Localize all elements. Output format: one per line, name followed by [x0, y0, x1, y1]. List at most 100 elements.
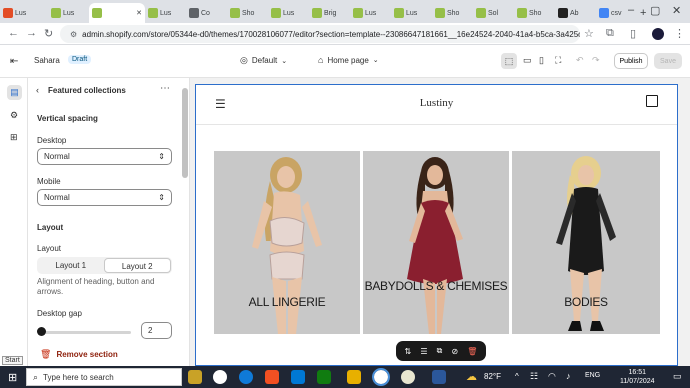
search-icon: ⌕ — [33, 371, 39, 382]
app-icon[interactable] — [347, 370, 361, 384]
publish-button[interactable]: Publish — [614, 53, 648, 69]
profile-avatar[interactable] — [652, 28, 664, 40]
list-icon[interactable]: ☰ — [420, 347, 427, 356]
browser-tab[interactable]: Brig — [309, 3, 350, 23]
profile-app-icon[interactable] — [401, 370, 415, 384]
tab-favicon-icon — [476, 8, 486, 18]
select-arrows-icon: ⇕ — [158, 193, 165, 202]
bookmark-star-icon[interactable]: ☆ — [584, 27, 594, 40]
site-info-icon[interactable]: ⚙ — [70, 30, 77, 39]
taskbar-search[interactable]: ⌕ Type here to search — [26, 368, 182, 386]
file-explorer-icon[interactable] — [188, 370, 202, 384]
browser-tab[interactable]: Lus — [0, 3, 48, 23]
layout-1-option[interactable]: Layout 1 — [38, 258, 104, 273]
desktop-gap-slider-track[interactable] — [41, 331, 131, 334]
layout-2-option[interactable]: Layout 2 — [103, 258, 171, 273]
save-button[interactable]: Save — [654, 53, 682, 69]
hide-icon[interactable]: ⊘ — [451, 347, 458, 356]
tray-chevron-icon[interactable]: ^ — [515, 372, 519, 381]
excel-icon[interactable] — [317, 370, 331, 384]
desktop-gap-input[interactable]: 2 — [141, 322, 172, 339]
minimize-icon[interactable]: – — [628, 4, 634, 16]
tab-favicon-icon — [394, 8, 404, 18]
browser-tab[interactable]: Lus — [350, 3, 391, 23]
select-arrows-icon: ⇕ — [158, 152, 165, 161]
duplicate-icon[interactable]: ⧉ — [437, 346, 443, 356]
preview-canvas: ☰ Lustiny ALL LINGERIE BABYDOLLS & CHEMI… — [190, 78, 690, 366]
redo-icon[interactable]: ↷ — [592, 55, 600, 66]
panel-scrollbar[interactable] — [182, 88, 188, 178]
delete-icon[interactable]: 🗑 — [467, 347, 477, 356]
tab-favicon-icon — [435, 8, 445, 18]
cart-icon[interactable] — [646, 95, 658, 107]
close-tab-icon[interactable]: ✕ — [136, 9, 142, 17]
chrome-icon[interactable] — [213, 370, 227, 384]
extensions-icon[interactable]: ⧉ — [606, 27, 614, 40]
mobile-spacing-select[interactable]: Normal ⇕ — [37, 189, 172, 206]
desktop-spacing-select[interactable]: Normal ⇕ — [37, 148, 172, 165]
desktop-view-icon[interactable]: ▭ — [523, 55, 532, 66]
wifi-icon[interactable]: ◠ — [548, 371, 556, 382]
notifications-icon[interactable]: ▭ — [673, 371, 682, 382]
sections-icon[interactable]: ▤ — [7, 85, 22, 100]
browser-menu-icon[interactable]: ⋮ — [674, 27, 685, 40]
tab-label: Lus — [365, 9, 377, 17]
settings-icon[interactable]: ⚙ — [10, 110, 18, 121]
url-field[interactable]: ⚙ admin.shopify.com/store/05344e-d0/them… — [60, 25, 580, 43]
browser-tab[interactable]: ✕ — [89, 3, 145, 23]
back-chevron-icon[interactable]: ‹ — [36, 85, 39, 95]
browser-tab[interactable]: Sho — [514, 3, 555, 23]
mobile-spacing-value: Normal — [44, 193, 70, 202]
chrome-active-icon[interactable] — [372, 368, 390, 386]
browser-tab[interactable]: Sol — [473, 3, 514, 23]
page-select[interactable]: ⌂ Home page ⌄ — [318, 55, 379, 65]
browser-tab[interactable]: Lus — [391, 3, 432, 23]
browser-tab[interactable]: Sho — [227, 3, 268, 23]
undo-icon[interactable]: ↶ — [576, 55, 584, 66]
back-icon[interactable]: ← — [8, 27, 19, 39]
close-window-icon[interactable]: ✕ — [672, 4, 681, 17]
theme-editor-topbar: ⇤ Sahara Draft ◎ Default ⌄ ⌂ Home page ⌄… — [0, 45, 690, 78]
remove-section-button[interactable]: 🗑 Remove section — [40, 349, 118, 360]
exit-icon[interactable]: ⇤ — [10, 56, 18, 67]
tab-label: Lus — [63, 9, 75, 17]
browser-tab[interactable]: Lus — [268, 3, 309, 23]
more-actions-icon[interactable]: ⋯ — [160, 83, 170, 94]
collection-card[interactable]: BABYDOLLS & CHEMISES — [363, 151, 509, 334]
network-icon[interactable]: ☷ — [530, 371, 538, 382]
browser-tab[interactable]: Ab — [555, 3, 596, 23]
maximize-icon[interactable]: ▢ — [650, 4, 660, 17]
inspector-icon[interactable]: ⬚ — [501, 53, 517, 69]
apps-icon[interactable]: ⊞ — [10, 132, 18, 143]
edge-icon[interactable] — [239, 370, 253, 384]
forward-icon[interactable]: → — [26, 27, 37, 39]
theme-select-label: Default — [251, 56, 278, 65]
weather-icon[interactable]: ☁ — [466, 370, 477, 383]
tab-favicon-icon — [230, 8, 240, 18]
office-icon[interactable] — [265, 370, 279, 384]
fullscreen-icon[interactable]: ⛶ — [555, 55, 561, 66]
sidebar-toggle-icon[interactable]: ▯ — [630, 27, 636, 40]
desktop-gap-slider-thumb[interactable] — [37, 327, 46, 336]
browser-tab[interactable]: Sho — [432, 3, 473, 23]
move-icon[interactable]: ⇅ — [405, 347, 412, 356]
volume-icon[interactable]: ♪ — [566, 371, 571, 381]
mobile-view-icon[interactable]: ▯ — [539, 55, 544, 66]
remove-section-label: Remove section — [56, 350, 118, 359]
reload-icon[interactable]: ↻ — [44, 27, 53, 40]
collection-card[interactable]: ALL LINGERIE — [214, 151, 360, 334]
clock[interactable]: 16:51 11/07/2024 — [620, 368, 655, 386]
tab-label: Co — [201, 9, 210, 17]
tab-label: Sol — [488, 9, 499, 17]
browser-tab[interactable]: Lus — [145, 3, 186, 23]
word-icon[interactable] — [432, 370, 446, 384]
theme-select[interactable]: ◎ Default ⌄ — [240, 55, 287, 66]
tab-favicon-icon — [517, 8, 527, 18]
tab-label: Lus — [15, 9, 27, 17]
language-indicator[interactable]: ENG — [585, 372, 600, 379]
browser-tab[interactable]: Co — [186, 3, 227, 23]
browser-tab[interactable]: Lus — [48, 3, 89, 23]
mail-icon[interactable] — [291, 370, 305, 384]
windows-start-icon[interactable]: ⊞ — [8, 371, 17, 384]
collection-card[interactable]: BODIES — [512, 151, 660, 334]
